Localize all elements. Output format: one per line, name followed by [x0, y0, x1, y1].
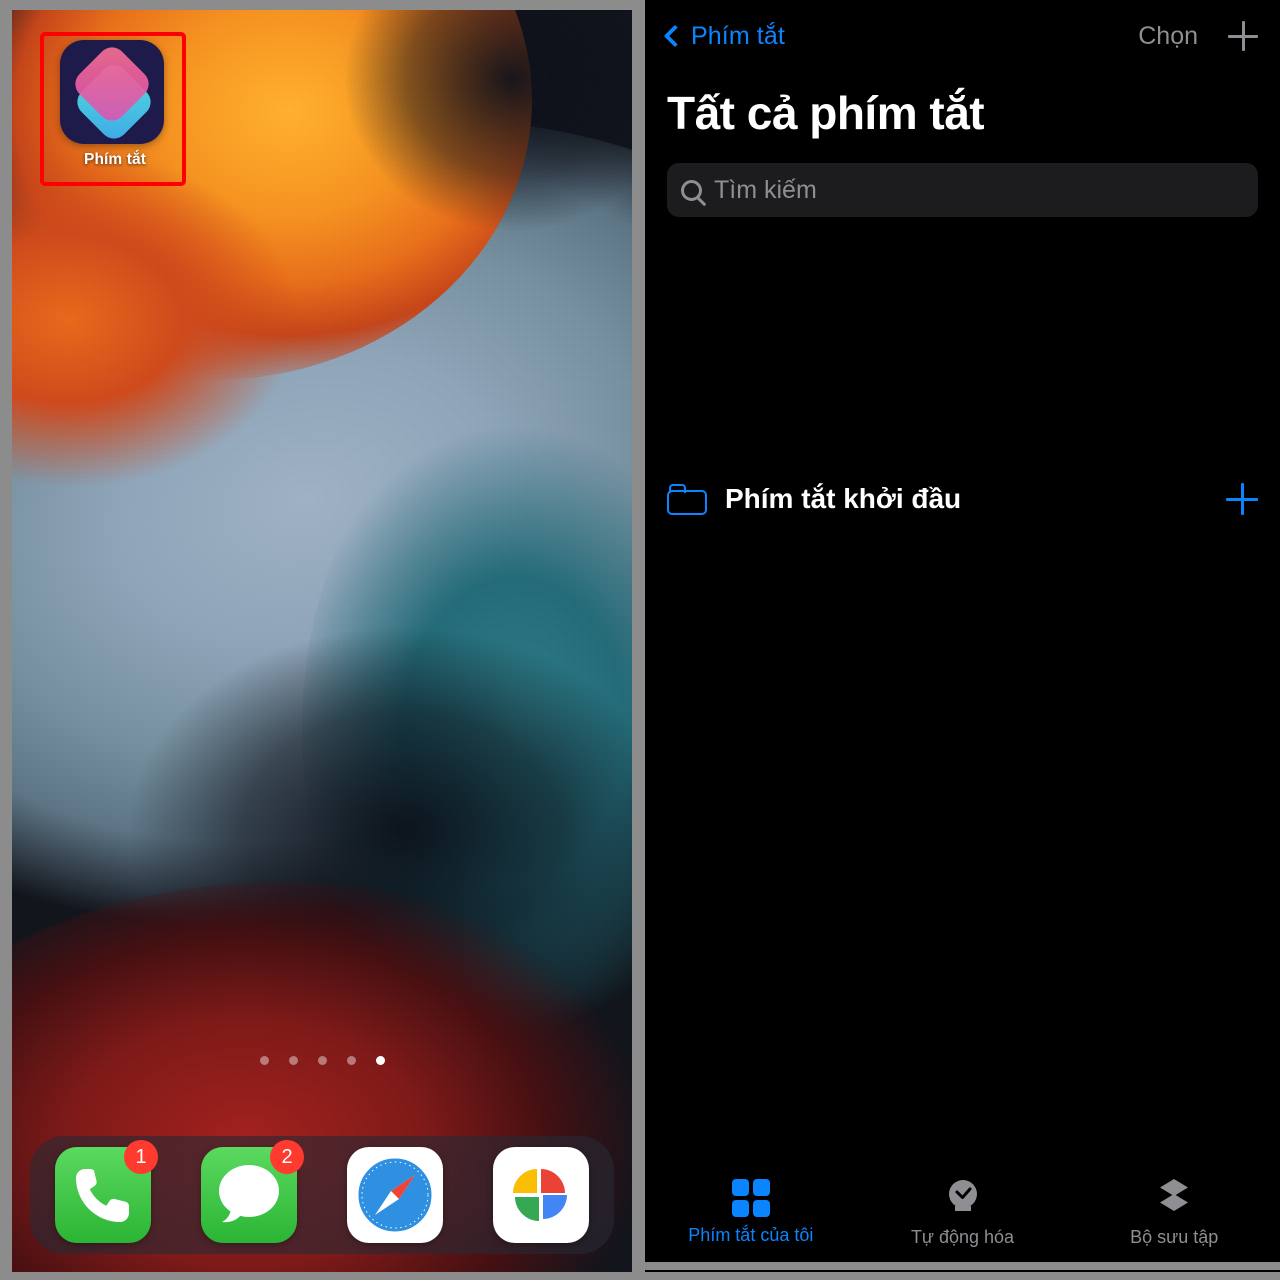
ios-home-screen: Phím tắt 1 2 — [12, 10, 632, 1272]
dock-item-messages[interactable]: 2 — [201, 1140, 304, 1243]
home-app-label: Phím tắt — [84, 151, 146, 168]
plus-icon[interactable] — [1226, 483, 1258, 515]
tab-label: Bộ sưu tập — [1130, 1227, 1219, 1247]
page-dot[interactable] — [346, 1056, 356, 1065]
tab-label: Phím tắt của tôi — [688, 1224, 814, 1245]
page-title: Tất cả phím tắt — [667, 87, 985, 139]
select-button[interactable]: Chọn — [1138, 22, 1198, 51]
back-button[interactable]: Phím tắt — [663, 21, 785, 51]
folder-icon — [667, 483, 707, 515]
page-indicator[interactable] — [12, 1056, 632, 1065]
google-photos-pinwheel-icon — [493, 1147, 589, 1243]
nav-right-actions: Chọn — [1138, 21, 1258, 51]
dock-item-phone[interactable]: 1 — [55, 1140, 158, 1243]
panel-divider — [632, 0, 645, 1280]
navigation-bar: Phím tắt Chọn — [645, 0, 1280, 72]
folder-section-header[interactable]: Phím tắt khởi đầu — [667, 472, 1258, 526]
home-app-shortcuts[interactable]: Phím tắt — [60, 40, 170, 169]
tab-gallery[interactable]: Bộ sưu tập — [1068, 1176, 1280, 1248]
page-dot-active[interactable] — [375, 1056, 385, 1065]
tab-automation[interactable]: Tự động hóa — [857, 1176, 1069, 1248]
page-dot[interactable] — [288, 1056, 298, 1065]
dock-item-safari[interactable] — [347, 1147, 443, 1243]
page-dot[interactable] — [259, 1056, 269, 1065]
tab-my-shortcuts[interactable]: Phím tắt của tôi — [645, 1178, 857, 1246]
clock-check-icon — [944, 1176, 982, 1219]
search-placeholder: Tìm kiếm — [714, 175, 817, 204]
screenshot-root: Phím tắt 1 2 Phím tắt Chọn Tất cả phím t… — [0, 0, 1280, 1280]
shortcuts-app-screen: Phím tắt Chọn Tất cả phím tắt Tìm kiếm P… — [645, 0, 1280, 1272]
page-dot[interactable] — [317, 1056, 327, 1065]
back-button-label: Phím tắt — [691, 21, 785, 50]
home-indicator — [645, 1262, 1280, 1272]
badge-messages: 2 — [270, 1140, 304, 1174]
layers-stack-icon — [1154, 1176, 1194, 1219]
chevron-left-icon — [663, 24, 687, 48]
badge-phone: 1 — [124, 1140, 158, 1174]
shortcuts-app-icon — [60, 40, 164, 144]
search-icon — [681, 179, 702, 201]
safari-compass-icon — [347, 1147, 443, 1243]
dock-item-google-photos[interactable] — [493, 1147, 589, 1243]
grid-squares-icon — [731, 1178, 770, 1217]
dock: 1 2 — [30, 1136, 614, 1254]
search-input[interactable]: Tìm kiếm — [667, 163, 1258, 217]
plus-icon[interactable] — [1228, 21, 1258, 51]
tab-label: Tự động hóa — [910, 1227, 1015, 1247]
wallpaper-grain — [12, 10, 632, 1272]
folder-section-label: Phím tắt khởi đầu — [725, 483, 962, 514]
tab-bar: Phím tắt của tôi Tự động hóa Bộ sưu tập — [645, 1164, 1280, 1260]
